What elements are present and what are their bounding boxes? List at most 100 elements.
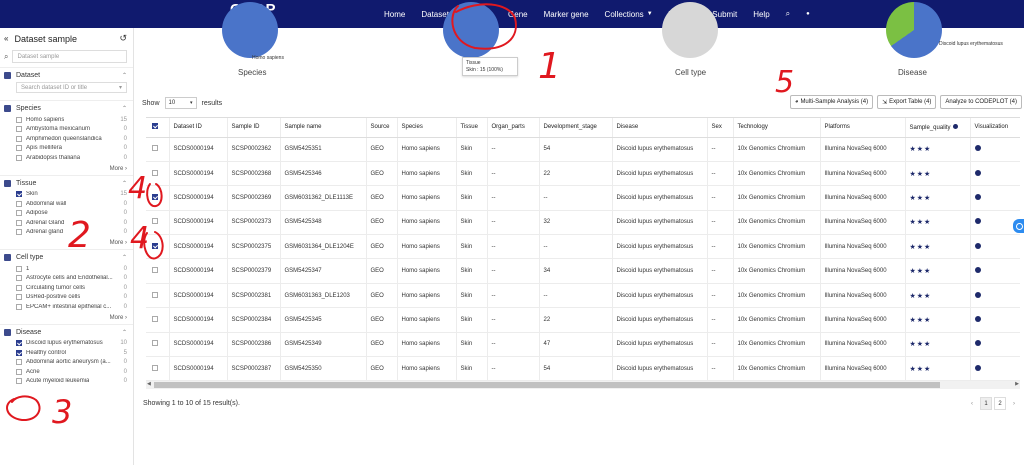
row-checkbox[interactable] [152,364,159,371]
filter-checkbox[interactable] [16,229,22,236]
filter-option[interactable]: Acne 0 [4,367,127,377]
column-header[interactable]: Source [366,118,398,138]
column-header[interactable]: Sample_quality [905,118,971,138]
row-checkbox[interactable] [152,218,159,225]
row-checkbox[interactable] [152,267,159,274]
filter-checkbox[interactable] [16,294,22,301]
filter-checkbox[interactable] [16,303,22,310]
scrollbar-thumb[interactable] [154,382,940,388]
filter-option[interactable]: Abdominal wall 0 [4,199,127,209]
next-page-button[interactable]: › [1008,397,1020,410]
collapse-sidebar-icon[interactable]: « [4,34,8,43]
help-icon[interactable] [952,123,958,129]
filter-option[interactable]: Skin 15 [4,190,127,200]
table-cell[interactable]: SCSP0002368 [227,161,281,187]
row-checkbox[interactable] [152,291,159,298]
reset-filters-icon[interactable]: ↺ [119,33,127,44]
column-header[interactable]: Technology [733,118,821,138]
table-cell[interactable]: SCSP0002373 [227,210,281,236]
table-cell[interactable]: SCSP0002369 [227,185,281,211]
filter-option[interactable]: Apis mellifera 0 [4,144,127,154]
visualization-icon[interactable] [974,169,981,176]
table-row[interactable]: SCDS0000194 SCSP0002381 GSM6031363_DLE1203… [146,283,1020,309]
table-cell[interactable]: SCSP0002387 [227,356,281,381]
filter-option[interactable]: Healthy control 5 [4,348,127,358]
row-checkbox[interactable] [152,315,159,322]
filter-option[interactable]: Circulating tumor cells 0 [4,283,127,293]
select-all-checkbox[interactable] [152,123,159,130]
table-cell[interactable]: SCSP0002375 [227,234,281,260]
table-cell[interactable]: SCSP0002379 [227,258,281,284]
more-link[interactable]: More › [4,240,127,246]
column-header[interactable]: Sample name [280,118,367,138]
dataset-search-select[interactable]: Search dataset ID or title ▾ [16,82,127,93]
table-cell[interactable]: SCSP0002362 [227,137,281,162]
row-checkbox[interactable] [152,145,159,152]
celltype-pie-chart[interactable] [662,2,718,58]
filter-checkbox[interactable] [16,219,22,226]
user-icon[interactable]: ● [806,11,810,17]
visualization-icon[interactable] [974,340,981,347]
table-horizontal-scrollbar[interactable]: ◀ ▶ [146,381,1020,389]
row-checkbox[interactable] [152,193,159,200]
filter-checkbox[interactable] [16,116,22,123]
filter-option[interactable]: DsRed-positive cells 0 [4,293,127,303]
page-2-button[interactable]: 2 [994,397,1006,410]
visualization-icon[interactable] [974,218,981,225]
column-header[interactable]: Sex [707,118,734,138]
visualization-icon[interactable] [974,145,981,152]
filter-option[interactable]: Abdominal aortic aneurysm (a... 0 [4,358,127,368]
filter-checkbox[interactable] [16,210,22,217]
sidebar-search-input[interactable]: Dataset sample [12,50,127,63]
scroll-left-icon[interactable]: ◀ [147,381,151,387]
column-header[interactable]: Tissue [456,118,488,138]
disease-pie-chart[interactable] [886,2,942,58]
filter-checkbox[interactable] [16,200,22,207]
table-row[interactable]: SCDS0000194 SCSP0002362 GSM5425351 GEO Homo … [146,137,1020,162]
filter-option[interactable]: Amphimedon queenslandica 0 [4,134,127,144]
tissue-pie-chart[interactable] [443,2,499,58]
nav-search-icon[interactable]: ⌕ [786,9,790,19]
export-table-button[interactable]: ⇲ Export Table (4) [877,95,937,109]
table-row[interactable]: SCDS0000194 SCSP0002375 GSM6031364_DLE1204… [146,234,1020,260]
filter-checkbox[interactable] [16,368,22,375]
column-header[interactable]: Disease [612,118,708,138]
nav-item-collections[interactable]: Collections ▼ [605,10,653,19]
filter-checkbox[interactable] [16,359,22,366]
nav-item-home[interactable]: Home [384,10,405,19]
visualization-icon[interactable] [974,193,981,200]
filter-checkbox[interactable] [16,378,22,385]
filter-section-header[interactable]: Dataset ⌃ [4,72,127,79]
table-row[interactable]: SCDS0000194 SCSP0002387 GSM5425350 GEO Homo … [146,356,1020,381]
table-row[interactable]: SCDS0000194 SCSP0002386 GSM5425349 GEO Homo … [146,332,1020,358]
page-1-button[interactable]: 1 [980,397,992,410]
filter-option[interactable]: Astrocyte cells and Endothelial... 0 [4,274,127,284]
filter-checkbox[interactable] [16,154,22,161]
collapse-icon[interactable]: ⌃ [122,254,127,261]
row-checkbox[interactable] [152,242,159,249]
filter-checkbox[interactable] [16,145,22,152]
table-row[interactable]: SCDS0000194 SCSP0002379 GSM5425347 GEO Homo … [146,258,1020,284]
collapse-icon[interactable]: ⌃ [122,72,127,79]
filter-option[interactable]: Discoid lupus erythematosus 10 [4,339,127,349]
collapse-icon[interactable]: ⌃ [122,105,127,112]
filter-option[interactable]: Adipose 0 [4,209,127,219]
filter-checkbox[interactable] [16,265,22,272]
column-header[interactable]: Platforms [820,118,906,138]
filter-option[interactable]: Adrenal gland 0 [4,228,127,238]
table-row[interactable]: SCDS0000194 SCSP0002384 GSM5425345 GEO Homo … [146,307,1020,333]
table-row[interactable]: SCDS0000194 SCSP0002373 GSM5425348 GEO Homo … [146,210,1020,236]
filter-checkbox[interactable] [16,275,22,282]
column-header[interactable]: Dataset ID [169,118,228,138]
filter-option[interactable]: 1 0 [4,264,127,274]
species-pie-chart[interactable] [222,2,278,58]
table-cell[interactable]: SCSP0002381 [227,283,281,309]
nav-item-gene[interactable]: Gene [508,10,528,19]
table-cell[interactable]: SCSP0002384 [227,307,281,333]
filter-option[interactable]: EPCAM+ intestinal epithelial c... 0 [4,302,127,312]
visualization-icon[interactable] [974,267,981,274]
analyze-codeplot-button[interactable]: Analyze to CODEPLOT (4) [940,95,1022,109]
column-header[interactable]: Sample ID [227,118,281,138]
filter-checkbox[interactable] [16,340,22,347]
visualization-icon[interactable] [974,291,981,298]
